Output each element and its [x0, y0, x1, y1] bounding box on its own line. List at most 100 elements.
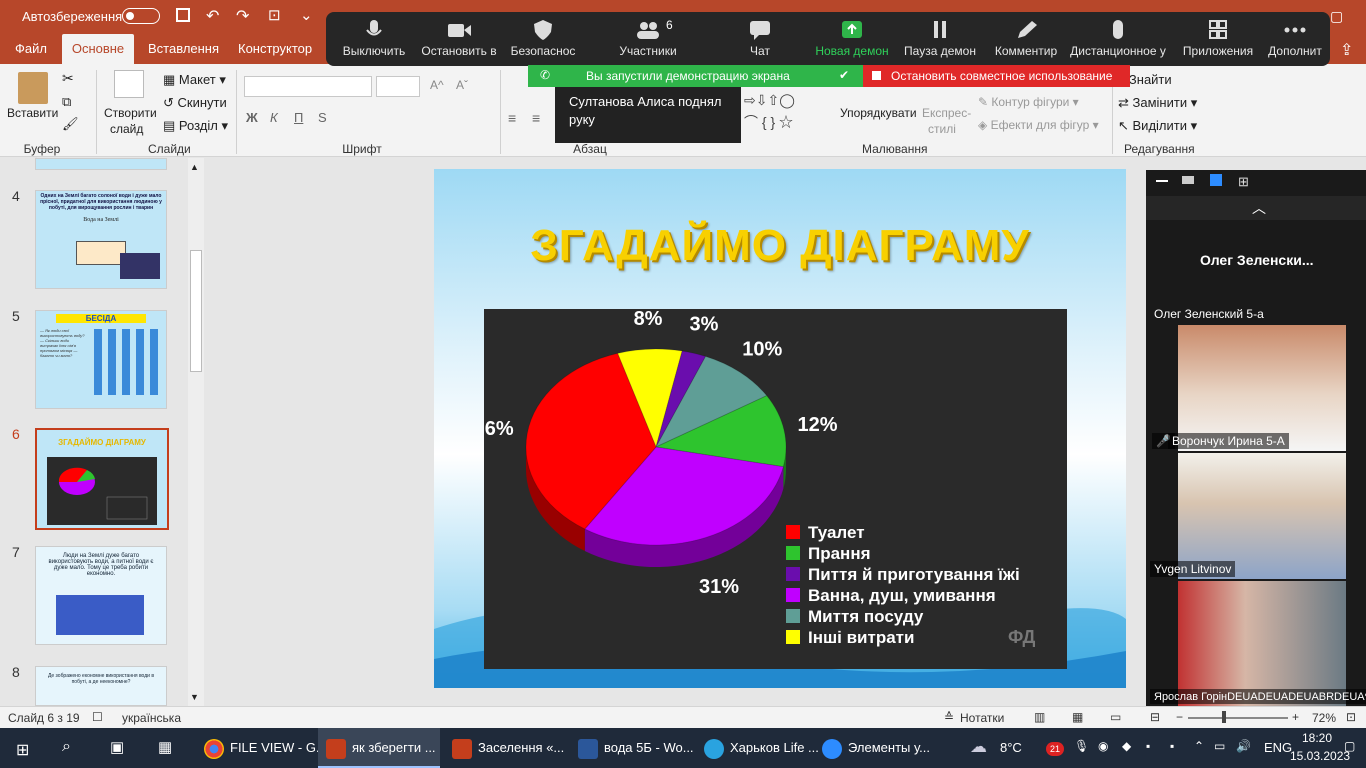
- redo-icon[interactable]: ↷: [236, 6, 249, 26]
- copy-icon[interactable]: ⧉: [62, 94, 71, 110]
- clock-time[interactable]: 18:20: [1302, 731, 1332, 745]
- paste-icon[interactable]: [18, 72, 48, 104]
- network-icon[interactable]: ▭: [1214, 739, 1225, 753]
- paste-button[interactable]: Вставити: [7, 106, 58, 120]
- mute-button[interactable]: Выключить: [334, 12, 414, 66]
- slideshow-icon[interactable]: ⊟: [1150, 710, 1160, 724]
- tab-file[interactable]: Файл: [15, 34, 47, 64]
- thumbnails-scrollbar[interactable]: ▲ ▼: [188, 158, 204, 706]
- taskbar-chrome[interactable]: FILE VIEW - G...: [196, 728, 327, 768]
- mic-tray-icon[interactable]: 🎙: [1074, 739, 1089, 753]
- share-icon[interactable]: ⇪: [1340, 40, 1353, 60]
- annotate-button[interactable]: Комментир: [986, 12, 1066, 66]
- gallery-view-icon[interactable]: ⊞: [1238, 174, 1249, 190]
- minimize-icon[interactable]: [1156, 180, 1168, 182]
- tray-icon[interactable]: ▪: [1170, 739, 1174, 753]
- taskbar-powerpoint[interactable]: Заселення «...: [444, 728, 566, 768]
- window-controls[interactable]: ▢: [1330, 8, 1343, 25]
- autosave-toggle[interactable]: [122, 8, 160, 24]
- windows-start-icon[interactable]: ⊞: [16, 740, 29, 760]
- accessibility-icon[interactable]: ☐: [92, 710, 103, 724]
- customize-icon[interactable]: ⌄: [300, 6, 313, 24]
- taskbar-telegram[interactable]: Харьков Life ...: [696, 728, 819, 768]
- language-label[interactable]: українська: [122, 711, 181, 725]
- new-slide-icon[interactable]: [114, 70, 144, 98]
- strip-view-icon[interactable]: [1210, 174, 1222, 186]
- zoom-slider[interactable]: [1188, 717, 1288, 719]
- bold-button[interactable]: Ж: [246, 110, 258, 125]
- cut-icon[interactable]: ✂: [62, 70, 74, 87]
- slide-title[interactable]: ЗГАДАЙМО ДІАГРАМУ: [434, 221, 1126, 271]
- chart-area[interactable]: 8% 3% 10% 12% 31% 36% Туалет Прання Пиття й при…: [474, 308, 1067, 669]
- tab-design[interactable]: Конструктор: [238, 34, 314, 64]
- shapes-gallery[interactable]: ⇨⇩⇧◯: [744, 92, 795, 109]
- taskbar-zoom[interactable]: Элементы у...: [818, 728, 938, 768]
- remote-control-button[interactable]: Дистанционное у: [1066, 12, 1170, 66]
- underline-button[interactable]: П: [294, 110, 303, 125]
- shape-outline-button[interactable]: ✎ Контур фігури ▾: [978, 95, 1079, 109]
- reset-button[interactable]: ↺ Скинути: [163, 95, 227, 111]
- zoom-level[interactable]: 72%: [1312, 711, 1336, 725]
- scrollbar-thumb[interactable]: [190, 250, 202, 372]
- slide-thumbnail-5[interactable]: БЕСІДА — Як люди свої використовують вод…: [35, 310, 167, 409]
- input-language[interactable]: ENG: [1264, 740, 1292, 755]
- taskbar-powerpoint-active[interactable]: як зберегти ...: [318, 728, 440, 768]
- font-family-input[interactable]: [244, 76, 372, 97]
- volume-icon[interactable]: 🔊: [1236, 739, 1251, 753]
- chevron-up-icon[interactable]: ⌃: [1194, 739, 1204, 753]
- zoom-tray-icon[interactable]: ◉: [1098, 739, 1108, 753]
- notes-button[interactable]: Нотатки: [960, 711, 1004, 725]
- task-view-icon[interactable]: ▣: [110, 738, 124, 756]
- calculator-icon[interactable]: ▦: [158, 738, 172, 756]
- font-size-input[interactable]: [376, 76, 420, 97]
- notifications-icon[interactable]: ▢: [1344, 739, 1355, 753]
- align-center-icon[interactable]: ≡: [532, 110, 540, 126]
- zoom-in-icon[interactable]: +: [1292, 710, 1299, 724]
- stop-share-button[interactable]: Остановить совместное использование: [863, 65, 1130, 87]
- save-icon[interactable]: [176, 8, 190, 22]
- speaker-view-icon[interactable]: [1182, 176, 1194, 184]
- new-slide-button[interactable]: Створити: [104, 106, 157, 120]
- shrink-font-icon[interactable]: Aˇ: [456, 78, 468, 92]
- taskbar-word[interactable]: вода 5Б - Wo...: [570, 728, 694, 768]
- format-painter-icon[interactable]: 🖌: [62, 116, 79, 132]
- tray-icon[interactable]: ▪: [1146, 739, 1150, 753]
- normal-view-icon[interactable]: ▥: [1034, 710, 1045, 724]
- zoom-slider-thumb[interactable]: [1222, 711, 1226, 723]
- security-button[interactable]: Безопаснос: [504, 12, 582, 66]
- zoom-out-icon[interactable]: −: [1176, 710, 1183, 724]
- tab-home[interactable]: Основне: [62, 34, 134, 64]
- collapse-up-button[interactable]: ︿: [1146, 196, 1366, 220]
- undo-icon[interactable]: ↶: [206, 6, 219, 26]
- participants-button[interactable]: Участники: [608, 12, 688, 66]
- scroll-down-icon[interactable]: ▼: [190, 692, 199, 702]
- grow-font-icon[interactable]: A^: [430, 78, 444, 92]
- replace-button[interactable]: ⇄ Замінити ▾: [1118, 95, 1197, 111]
- search-icon[interactable]: ⌕: [62, 738, 71, 756]
- stop-video-button[interactable]: Остановить в: [418, 12, 500, 66]
- reading-view-icon[interactable]: ▭: [1110, 710, 1121, 724]
- arrange-button[interactable]: Упорядкувати: [840, 106, 917, 120]
- notification-badge[interactable]: 21: [1046, 742, 1064, 756]
- shape-effects-button[interactable]: ◈ Ефекти для фігур ▾: [978, 118, 1099, 132]
- shapes-gallery-row2[interactable]: ⌒ { } ☆: [744, 112, 793, 132]
- quick-styles-button[interactable]: Експрес-: [922, 106, 971, 120]
- present-icon[interactable]: ⊡: [268, 6, 281, 24]
- slide-thumbnail-8[interactable]: Де зображено економне використання води …: [35, 666, 167, 706]
- app-tray-icon[interactable]: ◆: [1122, 739, 1131, 753]
- slide-thumbnail-4[interactable]: Одних на Землі багато солоної води і дуж…: [35, 190, 167, 289]
- more-button[interactable]: Дополнит: [1262, 12, 1328, 66]
- pause-share-button[interactable]: Пауза демон: [900, 12, 980, 66]
- tab-insert[interactable]: Вставлення: [148, 34, 219, 64]
- section-button[interactable]: ▤ Розділ ▾: [163, 118, 228, 134]
- chat-button[interactable]: Чат: [720, 12, 800, 66]
- italic-button[interactable]: К: [270, 110, 278, 125]
- slide-sorter-icon[interactable]: ▦: [1072, 710, 1083, 724]
- strike-button[interactable]: S: [318, 110, 327, 125]
- fit-slide-icon[interactable]: ⊡: [1346, 710, 1356, 724]
- thumbnail-partial[interactable]: [35, 158, 167, 170]
- select-button[interactable]: ↖ Виділити ▾: [1118, 118, 1197, 134]
- participant-video[interactable]: [1178, 581, 1346, 706]
- temperature[interactable]: 8°C: [1000, 740, 1022, 755]
- slide-thumbnail-6-active[interactable]: ЗГАДАЙМО ДІАГРАМУ: [35, 428, 169, 530]
